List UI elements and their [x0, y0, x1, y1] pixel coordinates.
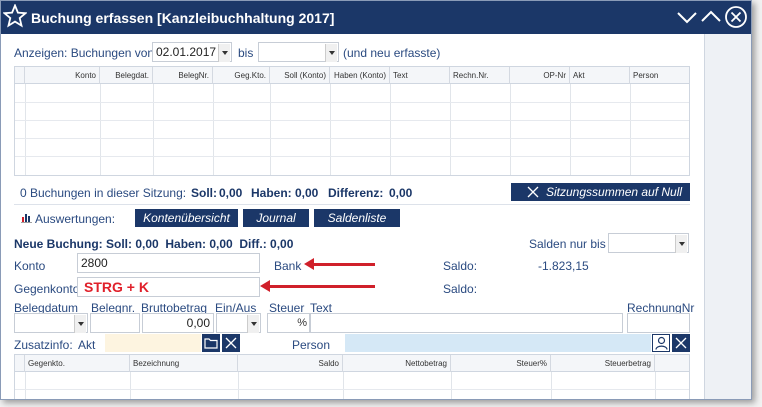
- konto-label: Konto: [14, 259, 46, 273]
- header-spacer: [655, 355, 691, 372]
- star-icon: [3, 4, 27, 28]
- gegenkonto-input[interactable]: STRG + K: [77, 277, 260, 297]
- shortcut-annotation: STRG + K: [84, 279, 149, 295]
- dropdown-arrow-icon[interactable]: [675, 235, 687, 253]
- column-header[interactable]: Soll (Konto): [270, 67, 330, 84]
- dropdown-arrow-icon[interactable]: [74, 315, 86, 333]
- dropdown-arrow-icon[interactable]: [247, 315, 259, 333]
- akt-input[interactable]: [105, 334, 201, 352]
- session-diff-label: Differenz:: [328, 186, 384, 200]
- salden-label: Salden nur bis: [529, 237, 606, 251]
- column-header[interactable]: Konto: [25, 67, 100, 84]
- date-from-value: 02.01.2017: [156, 45, 217, 59]
- split-table[interactable]: Gegenkto. Bezeichnung Saldo Nettobetrag …: [14, 354, 690, 399]
- filter-suffix: (und neu erfasste): [343, 46, 441, 60]
- column-header[interactable]: Rechn.Nr.: [450, 67, 510, 84]
- column-header[interactable]: Nettobetrag: [343, 355, 451, 372]
- session-soll-label: Soll:: [191, 186, 217, 200]
- column-header[interactable]: Gegenkto.: [25, 355, 130, 372]
- clear-person-button[interactable]: [672, 334, 690, 352]
- column-header[interactable]: Text: [390, 67, 450, 84]
- open-akt-button[interactable]: [202, 334, 220, 352]
- belegnr-input[interactable]: [90, 313, 140, 333]
- person-icon: [655, 336, 668, 350]
- konten-overview-button[interactable]: Kontenübersicht: [135, 209, 238, 227]
- column-header[interactable]: Saldo: [238, 355, 343, 372]
- session-count: 0 Buchungen in dieser Sitzung:: [20, 186, 187, 200]
- title-bar: Buchung erfassen [Kanzleibuchhaltung 201…: [1, 1, 751, 34]
- steuer-unit: %: [297, 317, 307, 329]
- konto-name: Bank: [274, 259, 302, 273]
- header-spacer: [15, 355, 25, 372]
- close-icon: [225, 337, 237, 349]
- close-icon: [675, 337, 687, 349]
- saldo2-label: Saldo:: [443, 282, 478, 296]
- column-header[interactable]: Haben (Konto): [330, 67, 390, 84]
- dropdown-arrow-icon[interactable]: [218, 44, 230, 62]
- session-diff-value: 0,00: [389, 186, 413, 200]
- text-input[interactable]: [310, 313, 623, 333]
- zusatzinfo-label: Zusatzinfo:: [14, 338, 73, 352]
- salden-date-field[interactable]: [608, 233, 689, 253]
- booking-window: Buchung erfassen [Kanzleibuchhaltung 201…: [0, 0, 752, 400]
- bookings-table[interactable]: Konto Belegdat. BelegNr. Geg.Kto. Soll (…: [14, 66, 690, 176]
- right-panel: [704, 34, 751, 399]
- window-title: Buchung erfassen [Kanzleibuchhaltung 201…: [31, 10, 335, 26]
- einaus-select[interactable]: [216, 313, 261, 333]
- column-header[interactable]: Bezeichnung: [130, 355, 238, 372]
- column-header[interactable]: Belegdat.: [100, 67, 153, 84]
- saldenliste-button[interactable]: Saldenliste: [314, 209, 400, 227]
- annotation-arrow: [304, 258, 375, 270]
- folder-icon: [204, 338, 218, 349]
- close-icon[interactable]: [724, 5, 748, 29]
- new-booking-header: Neue Buchung: Soll: 0,00 Haben: 0,00 Dif…: [14, 237, 294, 251]
- session-soll-value: 0,00: [219, 186, 243, 200]
- chevron-down-icon[interactable]: [675, 5, 699, 29]
- bar-chart-icon: [21, 214, 32, 223]
- saldo-value: -1.823,15: [538, 259, 589, 273]
- evaluations-label: Auswertungen:: [35, 212, 116, 226]
- steuer-input[interactable]: %: [267, 313, 310, 333]
- rechnungnr-input[interactable]: [627, 313, 690, 333]
- date-from-field[interactable]: 02.01.2017: [152, 42, 232, 62]
- saldo-label: Saldo:: [443, 259, 478, 273]
- column-header[interactable]: BelegNr.: [153, 67, 213, 84]
- akt-label: Akt: [78, 338, 96, 352]
- column-header[interactable]: Akt: [570, 67, 630, 84]
- reset-session-label: Sitzungssummen auf Null: [546, 185, 683, 199]
- bruttobetrag-input[interactable]: 0,00: [142, 313, 214, 333]
- column-header[interactable]: Steuerbetrag: [551, 355, 655, 372]
- to-label: bis: [238, 46, 254, 60]
- clear-akt-button[interactable]: [222, 334, 240, 352]
- column-header[interactable]: OP-Nr: [510, 67, 570, 84]
- belegdatum-input[interactable]: [14, 313, 88, 333]
- select-person-button[interactable]: [652, 334, 670, 352]
- chevron-up-icon[interactable]: [699, 5, 723, 29]
- column-header[interactable]: Steuer%: [451, 355, 551, 372]
- gegenkonto-label: Gegenkonto: [14, 282, 80, 296]
- close-icon: [527, 186, 539, 198]
- person-input[interactable]: [345, 334, 651, 352]
- annotation-arrow: [260, 280, 375, 292]
- reset-session-button[interactable]: Sitzungssummen auf Null: [511, 183, 690, 201]
- column-header[interactable]: Person: [630, 67, 690, 84]
- header-spacer: [15, 67, 25, 84]
- konto-input[interactable]: 2800: [77, 253, 260, 273]
- filter-label: Anzeigen: Buchungen von: [14, 46, 155, 60]
- person-label: Person: [292, 338, 331, 352]
- session-haben-label: Haben:: [251, 186, 292, 200]
- split-table-header: Gegenkto. Bezeichnung Saldo Nettobetrag …: [15, 355, 689, 372]
- column-header[interactable]: Geg.Kto.: [213, 67, 270, 84]
- dropdown-arrow-icon[interactable]: [325, 44, 337, 62]
- bookings-table-header: Konto Belegdat. BelegNr. Geg.Kto. Soll (…: [15, 67, 689, 84]
- date-to-field[interactable]: [258, 42, 339, 62]
- journal-button[interactable]: Journal: [243, 209, 309, 227]
- session-haben-value: 0,00: [295, 186, 319, 200]
